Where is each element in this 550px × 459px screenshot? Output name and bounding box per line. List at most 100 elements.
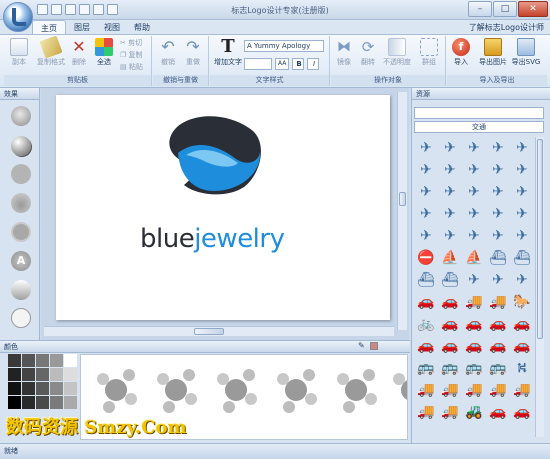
color-swatch[interactable] xyxy=(36,396,49,409)
tab-view[interactable]: 视图 xyxy=(96,20,128,35)
font-size-grow-button[interactable]: AA xyxy=(275,58,289,70)
color-swatch[interactable] xyxy=(64,368,77,381)
resource-search-input[interactable] xyxy=(414,107,544,119)
truck-icon[interactable]: 🚚 xyxy=(438,379,462,401)
airplane-icon[interactable]: ✈ xyxy=(510,159,534,181)
truck-icon[interactable]: 🚚 xyxy=(510,379,534,401)
color-swatch[interactable] xyxy=(22,382,35,395)
color-swatch[interactable] xyxy=(36,368,49,381)
print-icon[interactable] xyxy=(79,4,90,15)
flower-shape[interactable] xyxy=(391,369,407,419)
opacity-button[interactable]: 不透明度 xyxy=(382,38,412,67)
jet-icon[interactable]: ✈ xyxy=(462,225,486,247)
paste-button[interactable]: ▤ 粘贴 xyxy=(120,62,143,72)
save-icon[interactable] xyxy=(65,4,76,15)
car-icon[interactable]: 🚗 xyxy=(486,401,510,423)
effect-flat[interactable] xyxy=(11,164,31,184)
carriage-icon[interactable]: 🐎 xyxy=(510,291,534,313)
airplane-icon[interactable]: ✈ xyxy=(438,181,462,203)
export-image-button[interactable]: 导出图片 xyxy=(478,38,508,67)
no-entry-icon[interactable]: ⛔ xyxy=(414,247,438,269)
truck-icon[interactable]: 🚚 xyxy=(462,379,486,401)
ship-icon[interactable]: ⛴ xyxy=(438,269,462,291)
airplane-icon[interactable]: ✈ xyxy=(486,181,510,203)
jet-icon[interactable]: ✈ xyxy=(486,225,510,247)
airplane-icon[interactable]: ✈ xyxy=(438,159,462,181)
jet-icon[interactable]: ✈ xyxy=(486,203,510,225)
airplane-icon[interactable]: ✈ xyxy=(486,159,510,181)
ship-icon[interactable]: ⛴ xyxy=(486,247,510,269)
effect-none[interactable] xyxy=(11,308,31,328)
italic-button[interactable]: I xyxy=(307,58,319,70)
airplane-icon[interactable]: ✈ xyxy=(486,137,510,159)
car-icon[interactable]: 🚗 xyxy=(486,335,510,357)
car-icon[interactable]: 🚗 xyxy=(510,335,534,357)
jet-icon[interactable]: ✈ xyxy=(438,203,462,225)
effect-text-a-icon[interactable]: A xyxy=(11,251,31,271)
eyedropper-icon[interactable]: ✎ xyxy=(358,341,365,350)
new-file-icon[interactable] xyxy=(37,4,48,15)
application-menu-button[interactable] xyxy=(3,2,33,32)
bus-icon[interactable]: 🚌 xyxy=(438,357,462,379)
copy-format-button[interactable]: 复制格式 xyxy=(36,35,66,67)
color-swatch[interactable] xyxy=(8,396,21,409)
undo-quick-icon[interactable] xyxy=(93,4,104,15)
undo-button[interactable]: ↶ 撤销 xyxy=(157,38,179,67)
color-swatch[interactable] xyxy=(50,368,63,381)
resources-scroll-thumb[interactable] xyxy=(537,139,543,339)
vertical-scroll-thumb[interactable] xyxy=(399,192,406,206)
flip-button[interactable]: ⟳ 翻转 xyxy=(357,38,379,67)
car-icon[interactable]: 🚗 xyxy=(414,291,438,313)
bold-button[interactable]: B xyxy=(292,58,304,70)
airplane-icon[interactable]: ✈ xyxy=(462,159,486,181)
paste-copy-button[interactable]: ❐ 复制 xyxy=(120,50,143,60)
airplane-icon[interactable]: ✈ xyxy=(510,137,534,159)
tractor-icon[interactable]: 🚜 xyxy=(462,401,486,423)
flower-shape[interactable] xyxy=(95,369,145,419)
car-icon[interactable]: 🚗 xyxy=(510,313,534,335)
minimize-button[interactable]: – xyxy=(468,1,492,17)
color-swatch[interactable] xyxy=(64,354,77,367)
airplane-icon[interactable]: ✈ xyxy=(462,137,486,159)
car-icon[interactable]: 🚗 xyxy=(414,335,438,357)
resource-category-select[interactable]: 交通 xyxy=(414,121,544,133)
airplane-icon[interactable]: ✈ xyxy=(414,159,438,181)
select-all-button[interactable]: 全选 xyxy=(93,38,115,67)
bus-icon[interactable]: 🚌 xyxy=(486,357,510,379)
truck-icon[interactable]: 🚚 xyxy=(462,291,486,313)
flower-shape[interactable] xyxy=(155,369,205,419)
airplane-icon[interactable]: ✈ xyxy=(510,181,534,203)
add-text-button[interactable]: T 增加文字 xyxy=(213,38,243,67)
jet-icon[interactable]: ✈ xyxy=(510,203,534,225)
car-icon[interactable]: 🚗 xyxy=(462,313,486,335)
jet-icon[interactable]: ✈ xyxy=(462,203,486,225)
airplane-icon[interactable]: ✈ xyxy=(438,137,462,159)
import-button[interactable]: f 导入 xyxy=(450,38,472,67)
bus-icon[interactable]: 🚌 xyxy=(462,357,486,379)
color-swatch[interactable] xyxy=(64,382,77,395)
sailboat-icon[interactable]: ⛵ xyxy=(438,247,462,269)
color-swatch[interactable] xyxy=(8,354,21,367)
jet-icon[interactable]: ✈ xyxy=(414,203,438,225)
current-color-swatch[interactable] xyxy=(370,342,378,350)
airplane-icon[interactable]: ✈ xyxy=(414,137,438,159)
bicycle-icon[interactable]: 🚲 xyxy=(414,313,438,335)
effect-gradient[interactable] xyxy=(11,280,31,300)
flower-shape[interactable] xyxy=(275,369,325,419)
effect-shadow[interactable] xyxy=(11,136,31,156)
font-family-select[interactable]: A Yummy Apology xyxy=(244,40,324,52)
color-swatch[interactable] xyxy=(50,354,63,367)
tab-help[interactable]: 帮助 xyxy=(126,20,158,35)
canvas-page[interactable] xyxy=(56,95,390,320)
horizontal-scroll-thumb[interactable] xyxy=(194,328,224,335)
airplane-icon[interactable]: ✈ xyxy=(510,269,534,291)
color-swatch[interactable] xyxy=(22,396,35,409)
color-swatch[interactable] xyxy=(36,382,49,395)
export-svg-button[interactable]: 导出SVG xyxy=(511,38,541,67)
color-swatch[interactable] xyxy=(64,396,77,409)
jet-icon[interactable]: ✈ xyxy=(414,225,438,247)
jet-icon[interactable]: ✈ xyxy=(438,225,462,247)
flower-shape[interactable] xyxy=(215,369,265,419)
mirror-button[interactable]: ⧓ 镜像 xyxy=(333,38,355,67)
maximize-button[interactable]: □ xyxy=(493,1,517,17)
